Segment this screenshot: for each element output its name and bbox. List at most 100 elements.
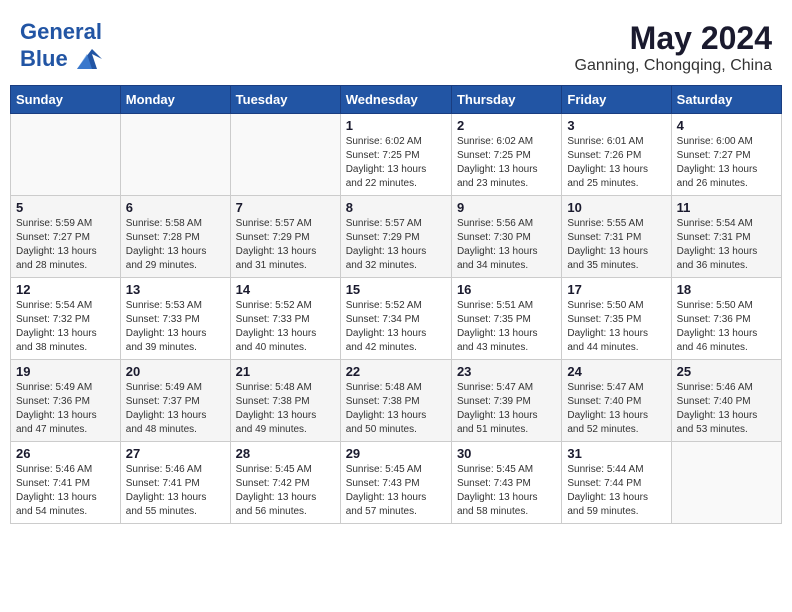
day-info-17: Sunrise: 5:50 AMSunset: 7:35 PMDaylight:…: [567, 299, 665, 355]
day-cell-2: 2 Sunrise: 6:02 AMSunset: 7:25 PMDaylight…: [451, 114, 561, 196]
day-cell-3: 3Sunrise: 6:01 AMSunset: 7:26 PMDaylight…: [562, 114, 671, 196]
day-number-24: 24: [567, 364, 665, 379]
day-info-14: Sunrise: 5:52 AMSunset: 7:33 PMDaylight:…: [236, 299, 335, 355]
day-info-18: Sunrise: 5:50 AMSunset: 7:36 PMDaylight:…: [677, 299, 776, 355]
day-number-6: 6: [126, 200, 225, 215]
day-number-21: 21: [236, 364, 335, 379]
empty-cell: [671, 442, 781, 524]
day-cell-6: 6 Sunrise: 5:58 AMSunset: 7:28 PMDaylight…: [120, 196, 230, 278]
day-cell-9: 9 Sunrise: 5:56 AMSunset: 7:30 PMDaylight…: [451, 196, 561, 278]
day-info-1: Sunrise: 6:02 AMSunset: 7:25 PMDaylight:…: [346, 135, 446, 191]
day-info-7: Sunrise: 5:57 AMSunset: 7:29 PMDaylight:…: [236, 217, 335, 273]
day-number-7: 7: [236, 200, 335, 215]
day-info-16: Sunrise: 5:51 AMSunset: 7:35 PMDaylight:…: [457, 299, 556, 355]
day-info-13: Sunrise: 5:53 AMSunset: 7:33 PMDaylight:…: [126, 299, 225, 355]
logo-blue: Blue: [20, 47, 68, 71]
day-number-9: 9: [457, 200, 556, 215]
day-cell-10: 10 Sunrise: 5:55 AMSunset: 7:31 PMDayligh…: [562, 196, 671, 278]
week-row-2: 5 Sunrise: 5:59 AMSunset: 7:27 PMDaylight…: [11, 196, 782, 278]
day-info-19: Sunrise: 5:49 AMSunset: 7:36 PMDaylight:…: [16, 381, 115, 437]
empty-cell: [120, 114, 230, 196]
day-cell-12: 12Sunrise: 5:54 AMSunset: 7:32 PMDayligh…: [11, 278, 121, 360]
title-area: May 2024 Ganning, Chongqing, China: [575, 20, 772, 75]
day-info-21: Sunrise: 5:48 AMSunset: 7:38 PMDaylight:…: [236, 381, 335, 437]
week-row-1: 1 Sunrise: 6:02 AMSunset: 7:25 PMDaylight…: [11, 114, 782, 196]
calendar-table: SundayMondayTuesdayWednesdayThursdayFrid…: [10, 85, 782, 524]
day-info-25: Sunrise: 5:46 AMSunset: 7:40 PMDaylight:…: [677, 381, 776, 437]
day-info-23: Sunrise: 5:47 AMSunset: 7:39 PMDaylight:…: [457, 381, 556, 437]
day-info-27: Sunrise: 5:46 AMSunset: 7:41 PMDaylight:…: [126, 463, 225, 519]
day-info-22: Sunrise: 5:48 AMSunset: 7:38 PMDaylight:…: [346, 381, 446, 437]
day-info-5: Sunrise: 5:59 AMSunset: 7:27 PMDaylight:…: [16, 217, 115, 273]
day-number-10: 10: [567, 200, 665, 215]
day-cell-13: 13 Sunrise: 5:53 AMSunset: 7:33 PMDayligh…: [120, 278, 230, 360]
day-info-28: Sunrise: 5:45 AMSunset: 7:42 PMDaylight:…: [236, 463, 335, 519]
day-number-17: 17: [567, 282, 665, 297]
day-cell-11: 11Sunrise: 5:54 AMSunset: 7:31 PMDayligh…: [671, 196, 781, 278]
page-header: General Blue May 2024 Ganning, Chongqing…: [10, 10, 782, 80]
day-number-23: 23: [457, 364, 556, 379]
day-number-22: 22: [346, 364, 446, 379]
day-number-15: 15: [346, 282, 446, 297]
day-cell-16: 16 Sunrise: 5:51 AMSunset: 7:35 PMDayligh…: [451, 278, 561, 360]
day-cell-19: 19Sunrise: 5:49 AMSunset: 7:36 PMDayligh…: [11, 360, 121, 442]
day-number-26: 26: [16, 446, 115, 461]
day-number-28: 28: [236, 446, 335, 461]
day-number-25: 25: [677, 364, 776, 379]
day-number-27: 27: [126, 446, 225, 461]
month-title: May 2024: [575, 20, 772, 57]
weekday-saturday: Saturday: [671, 86, 781, 114]
day-info-31: Sunrise: 5:44 AMSunset: 7:44 PMDaylight:…: [567, 463, 665, 519]
day-number-8: 8: [346, 200, 446, 215]
day-cell-27: 27 Sunrise: 5:46 AMSunset: 7:41 PMDayligh…: [120, 442, 230, 524]
day-cell-1: 1 Sunrise: 6:02 AMSunset: 7:25 PMDaylight…: [340, 114, 451, 196]
day-cell-28: 28 Sunrise: 5:45 AMSunset: 7:42 PMDayligh…: [230, 442, 340, 524]
day-cell-5: 5 Sunrise: 5:59 AMSunset: 7:27 PMDaylight…: [11, 196, 121, 278]
day-number-3: 3: [567, 118, 665, 133]
weekday-header-row: SundayMondayTuesdayWednesdayThursdayFrid…: [11, 86, 782, 114]
empty-cell: [11, 114, 121, 196]
day-info-15: Sunrise: 5:52 AMSunset: 7:34 PMDaylight:…: [346, 299, 446, 355]
weekday-sunday: Sunday: [11, 86, 121, 114]
day-info-10: Sunrise: 5:55 AMSunset: 7:31 PMDaylight:…: [567, 217, 665, 273]
day-cell-4: 4Sunrise: 6:00 AMSunset: 7:27 PMDaylight…: [671, 114, 781, 196]
week-row-3: 12Sunrise: 5:54 AMSunset: 7:32 PMDayligh…: [11, 278, 782, 360]
day-number-5: 5: [16, 200, 115, 215]
day-number-16: 16: [457, 282, 556, 297]
day-cell-8: 8 Sunrise: 5:57 AMSunset: 7:29 PMDaylight…: [340, 196, 451, 278]
day-number-13: 13: [126, 282, 225, 297]
location-title: Ganning, Chongqing, China: [575, 57, 772, 75]
weekday-monday: Monday: [120, 86, 230, 114]
day-number-11: 11: [677, 200, 776, 215]
day-cell-15: 15 Sunrise: 5:52 AMSunset: 7:34 PMDayligh…: [340, 278, 451, 360]
day-cell-17: 17 Sunrise: 5:50 AMSunset: 7:35 PMDayligh…: [562, 278, 671, 360]
day-cell-26: 26 Sunrise: 5:46 AMSunset: 7:41 PMDayligh…: [11, 442, 121, 524]
logo-icon: [72, 44, 102, 74]
day-cell-23: 23 Sunrise: 5:47 AMSunset: 7:39 PMDayligh…: [451, 360, 561, 442]
day-number-18: 18: [677, 282, 776, 297]
day-info-26: Sunrise: 5:46 AMSunset: 7:41 PMDaylight:…: [16, 463, 115, 519]
day-number-2: 2: [457, 118, 556, 133]
day-info-4: Sunrise: 6:00 AMSunset: 7:27 PMDaylight:…: [677, 135, 776, 191]
logo: General Blue: [20, 20, 102, 74]
weekday-thursday: Thursday: [451, 86, 561, 114]
day-info-29: Sunrise: 5:45 AMSunset: 7:43 PMDaylight:…: [346, 463, 446, 519]
weekday-friday: Friday: [562, 86, 671, 114]
day-cell-24: 24Sunrise: 5:47 AMSunset: 7:40 PMDayligh…: [562, 360, 671, 442]
day-info-2: Sunrise: 6:02 AMSunset: 7:25 PMDaylight:…: [457, 135, 556, 191]
day-info-8: Sunrise: 5:57 AMSunset: 7:29 PMDaylight:…: [346, 217, 446, 273]
day-number-14: 14: [236, 282, 335, 297]
day-cell-14: 14 Sunrise: 5:52 AMSunset: 7:33 PMDayligh…: [230, 278, 340, 360]
weekday-tuesday: Tuesday: [230, 86, 340, 114]
day-info-6: Sunrise: 5:58 AMSunset: 7:28 PMDaylight:…: [126, 217, 225, 273]
day-info-9: Sunrise: 5:56 AMSunset: 7:30 PMDaylight:…: [457, 217, 556, 273]
day-cell-7: 7 Sunrise: 5:57 AMSunset: 7:29 PMDaylight…: [230, 196, 340, 278]
day-number-12: 12: [16, 282, 115, 297]
weekday-wednesday: Wednesday: [340, 86, 451, 114]
day-number-1: 1: [346, 118, 446, 133]
week-row-5: 26 Sunrise: 5:46 AMSunset: 7:41 PMDayligh…: [11, 442, 782, 524]
day-cell-22: 22 Sunrise: 5:48 AMSunset: 7:38 PMDayligh…: [340, 360, 451, 442]
day-cell-30: 30Sunrise: 5:45 AMSunset: 7:43 PMDayligh…: [451, 442, 561, 524]
day-number-31: 31: [567, 446, 665, 461]
day-cell-21: 21 Sunrise: 5:48 AMSunset: 7:38 PMDayligh…: [230, 360, 340, 442]
